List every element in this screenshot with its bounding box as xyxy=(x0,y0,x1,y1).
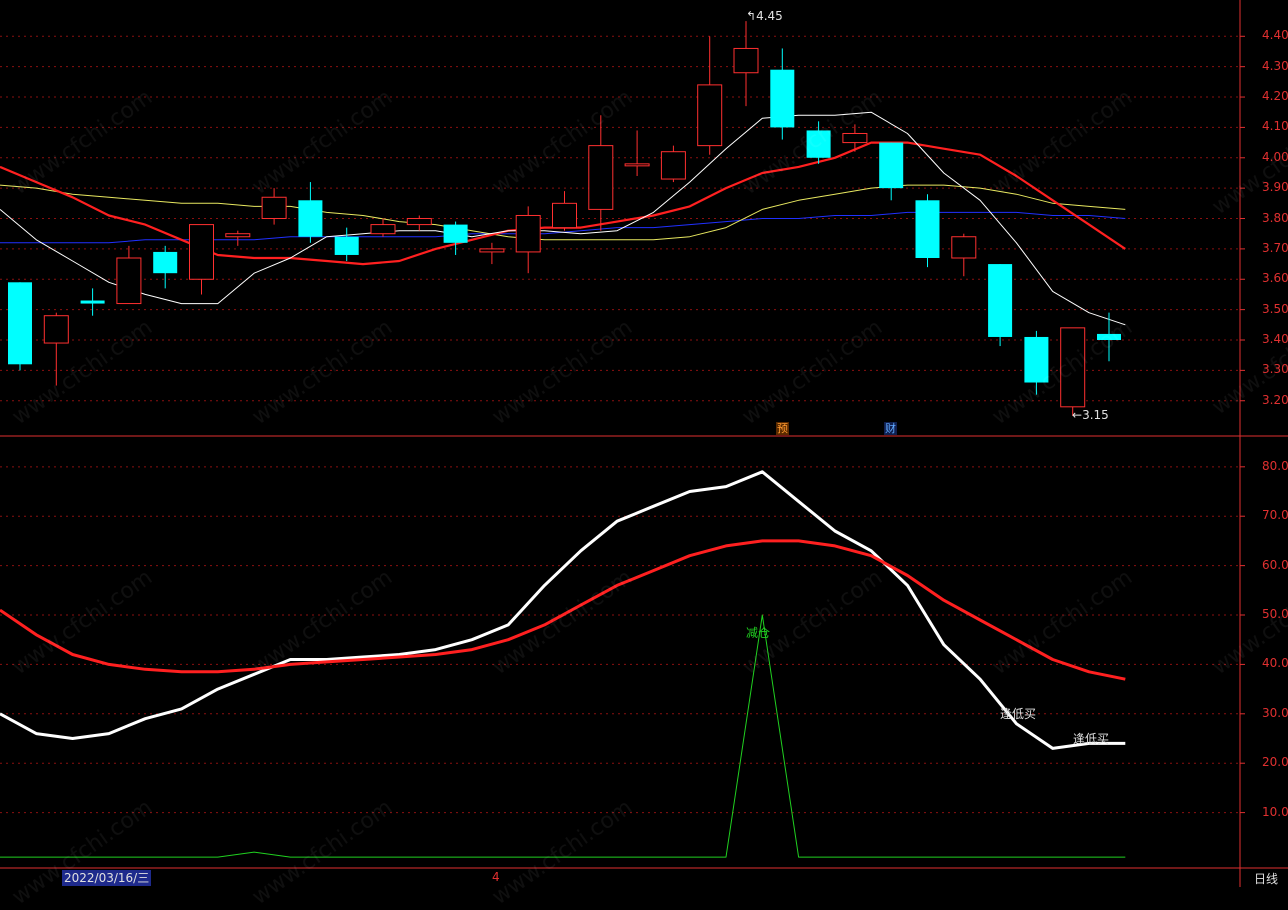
candle-body xyxy=(624,163,650,167)
period-label[interactable]: 日线 xyxy=(1254,870,1278,887)
candle-body xyxy=(915,200,940,258)
candle-body xyxy=(443,224,468,243)
candle-body xyxy=(552,202,577,229)
price-tick-label: 4.10 xyxy=(1262,119,1288,134)
price-tick-label: 3.20 xyxy=(1262,392,1288,407)
indicator-tick-label: 50.00 xyxy=(1262,607,1288,621)
chart-grid xyxy=(0,0,1288,887)
candle-body xyxy=(879,142,904,189)
candle-body xyxy=(43,315,69,344)
candle-body xyxy=(8,282,32,365)
finance-tag[interactable]: 财 xyxy=(884,422,897,435)
candle-body xyxy=(660,151,686,180)
stock-chart xyxy=(0,0,1288,887)
signal-line xyxy=(0,614,1126,858)
arrow-left-icon: ← xyxy=(1072,408,1083,422)
candle-body xyxy=(806,130,831,158)
indicator-tick-label: 70.00 xyxy=(1262,508,1288,523)
price-tick-label: 3.30 xyxy=(1262,362,1288,377)
candle-body xyxy=(1097,333,1121,340)
candle-body xyxy=(1060,327,1086,408)
price-tick-label: 4.00 xyxy=(1262,149,1288,164)
candle-body xyxy=(153,251,178,274)
candle-body xyxy=(261,196,287,220)
candle-body xyxy=(697,84,723,147)
indicator-tick-label: 40.00 xyxy=(1262,656,1288,671)
indicator-tick-label: 10.00 xyxy=(1262,804,1288,819)
candle-body xyxy=(334,236,359,255)
price-tick-label: 4.30 xyxy=(1262,58,1288,73)
candle-body xyxy=(988,264,1013,337)
month-marker: 4 xyxy=(492,870,500,884)
indicator-tick-label: 20.00 xyxy=(1262,755,1288,770)
indicator-tick-label: 30.00 xyxy=(1262,705,1288,720)
buy-dip-label-1: 逢低买 xyxy=(1000,707,1037,721)
buy-dip-label-2: 逢低买 xyxy=(1073,732,1110,746)
candle-body xyxy=(80,300,105,304)
candle-body xyxy=(842,132,868,144)
candle-body xyxy=(588,145,614,210)
price-tick-label: 3.90 xyxy=(1262,180,1288,195)
reduce-position-label: 减仓 xyxy=(746,626,771,640)
candle-body xyxy=(225,233,251,238)
price-tick-label: 3.40 xyxy=(1262,332,1288,346)
price-tick-label: 3.80 xyxy=(1262,210,1288,225)
forecast-tag[interactable]: 预 xyxy=(776,422,789,435)
high-price-label: ↰4.45 xyxy=(746,9,783,23)
indicator-tick-label: 60.00 xyxy=(1262,557,1288,572)
price-tick-label: 4.40 xyxy=(1262,28,1288,43)
price-tick-label: 3.60 xyxy=(1262,271,1288,286)
candle-body xyxy=(479,248,505,253)
candle-body xyxy=(298,200,323,237)
candle-body xyxy=(770,69,795,128)
low-price-label: ←3.15 xyxy=(1072,408,1109,422)
candle-body xyxy=(116,257,142,305)
candle-body xyxy=(189,224,214,280)
cursor-date: 2022/03/16/三 xyxy=(62,870,152,886)
arrow-left-icon: ↰ xyxy=(746,9,757,23)
indicator-line-fast xyxy=(0,470,1126,750)
candle-body xyxy=(406,218,432,226)
price-tick-label: 4.20 xyxy=(1262,89,1288,104)
candle-body xyxy=(733,47,759,74)
indicator-tick-label: 80.00 xyxy=(1262,458,1288,473)
candle-body xyxy=(370,224,396,235)
candle-body xyxy=(951,236,977,259)
price-tick-label: 3.70 xyxy=(1262,240,1288,255)
candle-body xyxy=(515,214,541,253)
candle-body xyxy=(1024,336,1049,383)
price-tick-label: 3.50 xyxy=(1262,301,1288,316)
